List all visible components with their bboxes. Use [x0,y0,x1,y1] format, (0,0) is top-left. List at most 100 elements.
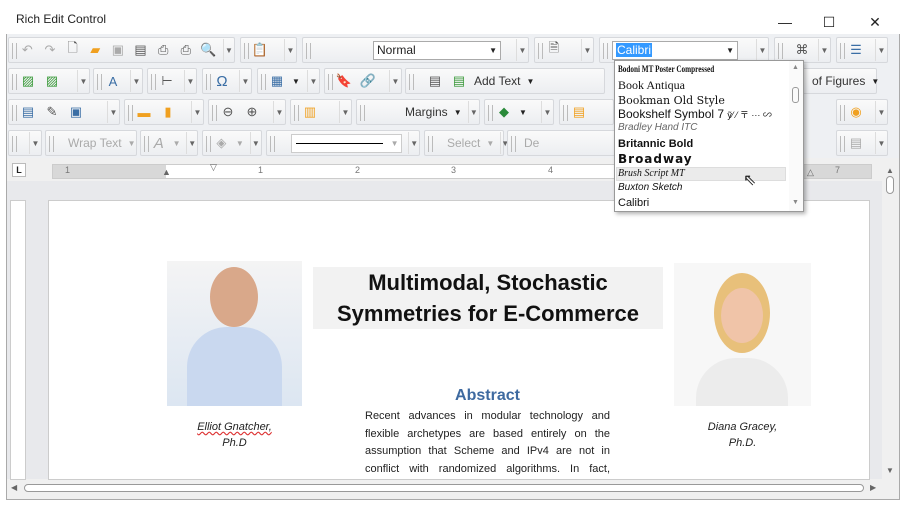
text-effects-icon[interactable]: A [151,134,167,152]
table-of-figures-button[interactable]: of Figures [812,74,865,88]
misc-dropdown[interactable]: ▼ [29,132,41,154]
scroll-left-icon[interactable]: ◀ [11,483,17,492]
textbox-dropdown[interactable]: ▼ [130,70,142,92]
delete-button[interactable]: De [524,136,539,150]
tab-stop-selector[interactable]: L [12,163,26,177]
show-comments-icon[interactable]: ◉ [847,103,865,121]
save-icon[interactable]: ▣ [110,41,127,59]
page-icon[interactable]: ▥ [301,103,319,121]
select-button[interactable]: Select [447,136,480,150]
styles-dropdown[interactable]: ▼ [516,39,528,61]
picture-dropdown[interactable]: ▼ [77,70,89,92]
insert-field-icon[interactable]: ▤ [570,103,588,121]
floating-picture-icon[interactable]: ▨ [43,72,61,90]
update-table-icon[interactable]: ▤ [450,72,468,90]
bookmark-icon[interactable]: 🔖 [335,72,353,90]
scroll-up-icon[interactable]: ▲ [886,166,894,175]
vertical-scroll-thumb[interactable] [886,176,894,194]
page-break-icon[interactable]: ⊢ [158,72,176,90]
font-group-dropdown[interactable]: ▼ [756,39,768,61]
table-of-contents-icon[interactable]: ▤ [426,72,444,90]
scroll-down-icon[interactable]: ▼ [886,466,894,475]
text-effects-dropdown[interactable]: ▼ [186,132,197,154]
comments-dropdown[interactable]: ▼ [875,101,887,123]
style-combo[interactable]: Normal ▼ [373,40,501,60]
bullets-icon[interactable]: ☰ [847,41,865,59]
vertical-ruler-icon[interactable]: ▮ [159,103,177,121]
font-option[interactable]: Broadway [618,152,693,166]
document-page[interactable]: Multimodal, Stochastic Symmetries for E-… [48,200,870,480]
redo-icon[interactable]: ↷ [42,41,59,59]
minimize-button[interactable]: — [770,12,800,32]
margins-dropdown[interactable]: ▼ [467,101,479,123]
file-group-dropdown[interactable]: ▼ [222,39,234,61]
links-dropdown[interactable]: ▼ [389,70,401,92]
font-option[interactable]: Bodoni MT Poster Compressed [618,64,714,74]
vertical-ruler[interactable] [10,200,26,480]
hyperlink-icon[interactable]: 🔗 [359,72,377,90]
comment-pane-dropdown[interactable]: ▼ [875,132,887,154]
table-dropdown[interactable]: ▼ [307,70,319,92]
binoculars-icon[interactable]: ⌘ [793,41,811,59]
wrap-text-button[interactable]: Wrap Text [68,136,122,150]
close-button[interactable]: ✕ [860,12,890,32]
symbol-dropdown[interactable]: ▼ [239,70,251,92]
protect-document-icon[interactable]: ◆ [495,103,513,121]
font-list-scrollbar[interactable]: ▲ ▼ [789,61,803,211]
font-option[interactable]: Bookman Old Style [618,94,725,107]
print-icon[interactable]: ⎙ [155,41,172,59]
maximize-button[interactable]: ☐ [814,12,844,32]
scroll-right-icon[interactable]: ▶ [870,483,876,492]
font-option[interactable]: Bookshelf Symbol 7 ỹ⁄ ⁄ 〒 ··· ∽ [618,107,772,121]
print-layout-icon[interactable]: ▣ [67,103,85,121]
horizontal-scrollbar[interactable]: ◀ ▶ [8,480,882,496]
font-option[interactable]: Britannic Bold [618,138,693,150]
font-option[interactable]: Calibri [618,197,649,209]
font-option[interactable]: Buxton Sketch [618,182,682,193]
view-dropdown[interactable]: ▼ [107,101,119,123]
scroll-down-icon[interactable]: ▼ [792,199,799,206]
line-style-dropdown[interactable]: ▼ [408,132,419,154]
table-icon[interactable]: ▦ [268,72,286,90]
protect-dropdown[interactable]: ▼ [541,101,553,123]
horizontal-ruler-icon[interactable]: ▬ [135,103,153,121]
page-setup-dropdown[interactable]: ▼ [581,39,593,61]
line-style-combo[interactable]: ▼ [291,133,403,153]
picture-icon[interactable]: ▨ [19,72,37,90]
page-break-dropdown[interactable]: ▼ [184,70,196,92]
page-color-dropdown[interactable]: ▼ [339,101,351,123]
zoom-out-icon[interactable]: ⊖ [219,103,237,121]
shape-fill-icon[interactable]: ◈ [213,134,230,152]
right-indent-marker[interactable]: △ [807,167,814,178]
print-preview-icon[interactable]: 🔍 [200,41,217,59]
undo-icon[interactable]: ↶ [19,41,36,59]
font-combo[interactable]: Calibri ▼ [612,40,738,60]
shape-fill-dropdown[interactable]: ▼ [249,132,261,154]
font-dropdown-list[interactable]: Bodoni MT Poster Compressed Book Antiqua… [614,60,804,212]
vertical-scrollbar[interactable]: ▲ ▼ [882,164,898,480]
document-settings-icon[interactable]: 🗎 [545,40,563,59]
find-dropdown[interactable]: ▼ [818,39,830,61]
reviewing-pane-icon[interactable]: ▤ [847,134,865,152]
clipboard-dropdown[interactable]: ▼ [284,39,296,61]
add-text-button[interactable]: Add Text [474,74,520,88]
left-indent-marker[interactable]: ▲ [162,167,171,177]
margins-button[interactable]: Margins [405,105,448,119]
new-document-icon[interactable]: 🗋 [64,40,81,59]
draft-view-icon[interactable]: ✎ [43,103,61,121]
list-dropdown[interactable]: ▼ [875,39,887,61]
first-line-indent-marker[interactable]: ▽ [210,162,217,173]
ruler-dropdown[interactable]: ▼ [191,101,203,123]
font-option[interactable]: Brush Script MT [618,168,685,179]
simple-view-icon[interactable]: ▤ [19,103,37,121]
font-list-scroll-thumb[interactable] [792,87,799,103]
scroll-up-icon[interactable]: ▲ [792,64,799,71]
quick-print-icon[interactable]: ⎙ [177,41,194,59]
open-folder-icon[interactable]: ▰ [87,41,104,59]
zoom-in-icon[interactable]: ⊕ [243,103,261,121]
font-option[interactable]: Bradley Hand ITC [618,122,697,133]
omega-symbol-icon[interactable]: Ω [213,72,231,90]
paste-icon[interactable]: 📋 [251,41,269,59]
chevron-down-icon[interactable]: ▼ [292,77,300,86]
font-option[interactable]: Book Antiqua [618,78,685,93]
